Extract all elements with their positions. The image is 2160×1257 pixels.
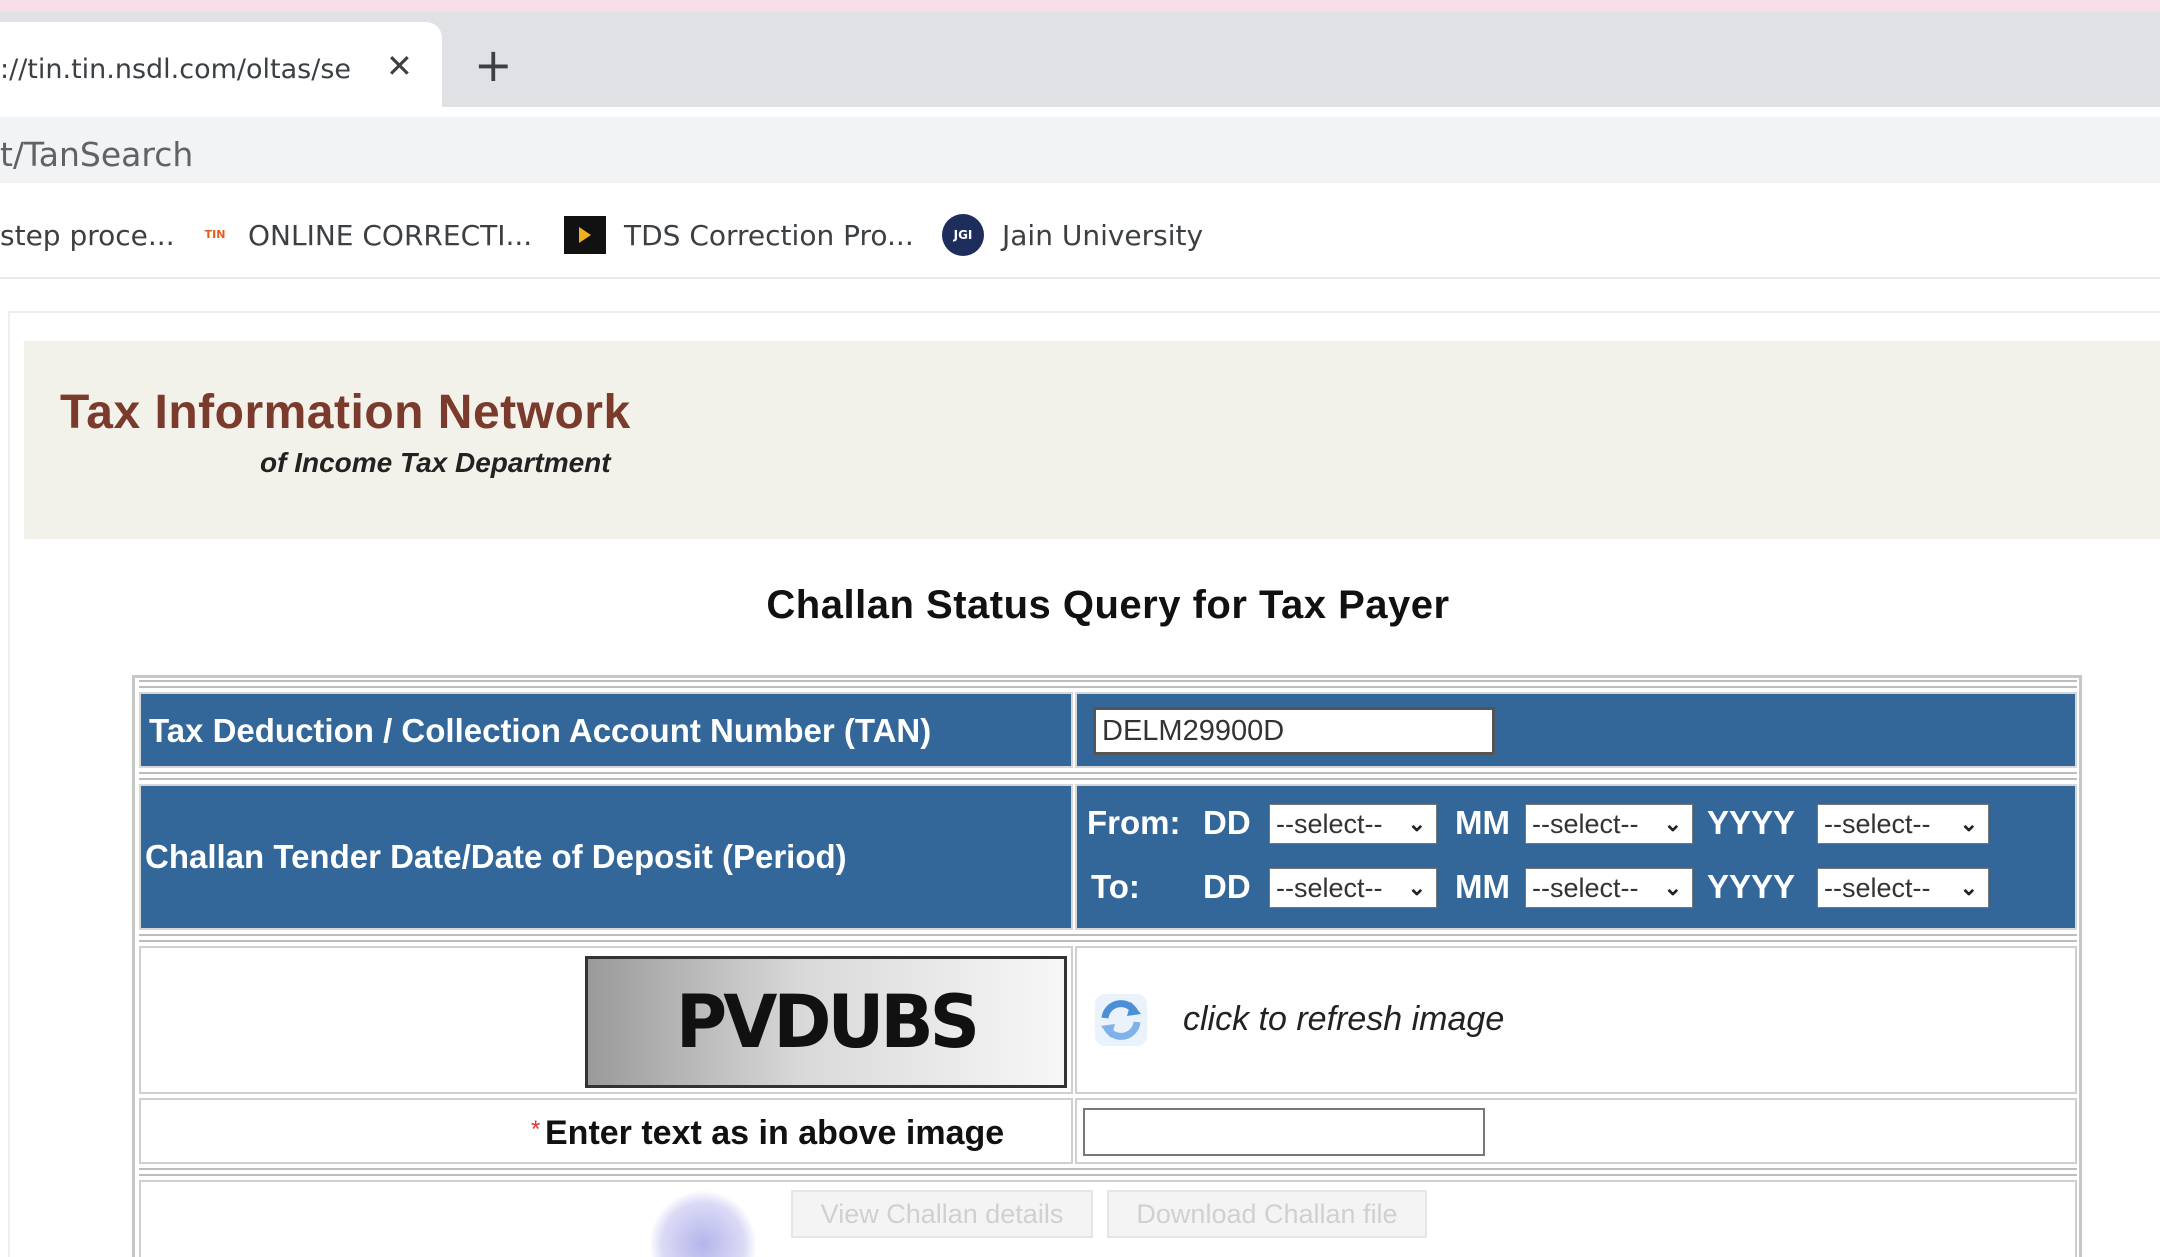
to-year-select[interactable]: --select-- ⌄	[1817, 868, 1989, 908]
select-value: --select--	[1276, 873, 1383, 903]
captcha-label-cell: * Enter text as in above image	[139, 1098, 1073, 1164]
jgi-logo-icon: JGI	[942, 214, 984, 256]
tan-input-cell: DELM29900D	[1075, 692, 2077, 768]
address-url: t/TanSearch	[0, 135, 194, 174]
bookmark-jain-university[interactable]: JGI Jain University	[942, 214, 1204, 256]
page-title: Challan Status Query for Tax Payer	[766, 583, 1450, 627]
from-year-select[interactable]: --select-- ⌄	[1817, 804, 1989, 844]
to-mm-label: MM	[1455, 868, 1510, 905]
button-row: View Challan details Download Challan fi…	[139, 1180, 2077, 1257]
bookmark-label: ONLINE CORRECTI...	[248, 218, 533, 252]
to-day-select[interactable]: --select-- ⌄	[1269, 868, 1437, 908]
bookmark-label: step proce...	[0, 218, 175, 252]
tan-label: Tax Deduction / Collection Account Numbe…	[149, 712, 932, 749]
captcha-refresh-cell: click to refresh image	[1075, 946, 2077, 1094]
select-value: --select--	[1824, 873, 1931, 903]
captcha-input-label: Enter text as in above image	[545, 1114, 1005, 1152]
address-row: t/TanSearch	[0, 107, 2160, 193]
bookmark-label: TDS Correction Pro...	[624, 218, 914, 252]
download-challan-button[interactable]: Download Challan file	[1107, 1190, 1427, 1238]
captcha-image: PVDUBS	[585, 956, 1067, 1088]
captcha-input-cell	[1075, 1098, 2077, 1164]
bookmark-tds-correction[interactable]: TDS Correction Pro...	[564, 215, 914, 255]
captcha-image-cell: PVDUBS	[139, 946, 1073, 1094]
from-label: From:	[1087, 804, 1181, 841]
to-month-select[interactable]: --select-- ⌄	[1525, 868, 1693, 908]
window-top-strip	[0, 0, 2160, 12]
required-marker: *	[531, 1116, 541, 1143]
site-title: Tax Information Network	[60, 386, 631, 439]
chevron-down-icon: ⌄	[1959, 811, 1978, 836]
tan-label-cell: Tax Deduction / Collection Account Numbe…	[139, 692, 1073, 768]
chevron-down-icon: ⌄	[1407, 875, 1426, 900]
bookmarks-bar: step proce... TIN ONLINE CORRECTI... TDS…	[0, 193, 2160, 279]
tin-icon: TIN	[204, 228, 226, 241]
chevron-down-icon: ⌄	[1959, 875, 1978, 900]
plus-icon[interactable]: +	[474, 42, 513, 88]
period-input-cell: From: DD --select-- ⌄ MM --select-- ⌄ YYYY…	[1075, 784, 2077, 930]
chevron-down-icon: ⌄	[1407, 811, 1426, 836]
tan-input[interactable]: DELM29900D	[1093, 707, 1495, 755]
view-challan-button[interactable]: View Challan details	[791, 1190, 1093, 1238]
bookmark-online-correction[interactable]: TIN ONLINE CORRECTI...	[200, 215, 533, 255]
tab-bar: ://tin.tin.nsdl.com/oltas/serv ✕ +	[0, 12, 2160, 107]
select-value: --select--	[1276, 809, 1383, 839]
refresh-icon[interactable]	[1093, 992, 1149, 1048]
captcha-text: PVDUBS	[675, 978, 980, 1066]
tab-title: ://tin.tin.nsdl.com/oltas/serv	[0, 54, 350, 85]
to-dd-label: DD	[1203, 868, 1251, 905]
page-content: Tax Information Network of Income Tax De…	[0, 281, 2160, 1257]
challan-query-form: Tax Deduction / Collection Account Numbe…	[132, 675, 2082, 1257]
browser-tab[interactable]: ://tin.tin.nsdl.com/oltas/serv ✕	[0, 22, 442, 107]
select-value: --select--	[1532, 873, 1639, 903]
divider	[139, 1168, 2077, 1176]
site-banner: Tax Information Network of Income Tax De…	[24, 341, 2160, 539]
to-label: To:	[1091, 868, 1140, 905]
period-label: Challan Tender Date/Date of Deposit (Per…	[145, 838, 847, 875]
chevron-down-icon: ⌄	[1663, 875, 1682, 900]
refresh-image-link[interactable]: click to refresh image	[1183, 1000, 1504, 1039]
close-icon[interactable]: ✕	[386, 50, 413, 82]
play-icon	[564, 216, 606, 254]
captcha-input[interactable]	[1083, 1108, 1485, 1156]
site-subtitle: of Income Tax Department	[260, 447, 611, 478]
bookmark-step-process[interactable]: step proce...	[0, 215, 175, 255]
from-mm-label: MM	[1455, 804, 1510, 841]
bookmark-label: Jain University	[1002, 218, 1204, 252]
from-month-select[interactable]: --select-- ⌄	[1525, 804, 1693, 844]
period-label-cell: Challan Tender Date/Date of Deposit (Per…	[139, 784, 1073, 930]
from-yyyy-label: YYYY	[1707, 804, 1796, 841]
from-day-select[interactable]: --select-- ⌄	[1269, 804, 1437, 844]
select-value: --select--	[1532, 809, 1639, 839]
select-value: --select--	[1824, 809, 1931, 839]
from-dd-label: DD	[1203, 804, 1251, 841]
address-bar[interactable]: t/TanSearch	[0, 117, 2160, 183]
divider	[139, 680, 2077, 688]
divider	[139, 934, 2077, 942]
divider	[139, 772, 2077, 780]
to-yyyy-label: YYYY	[1707, 868, 1796, 905]
chevron-down-icon: ⌄	[1663, 811, 1682, 836]
